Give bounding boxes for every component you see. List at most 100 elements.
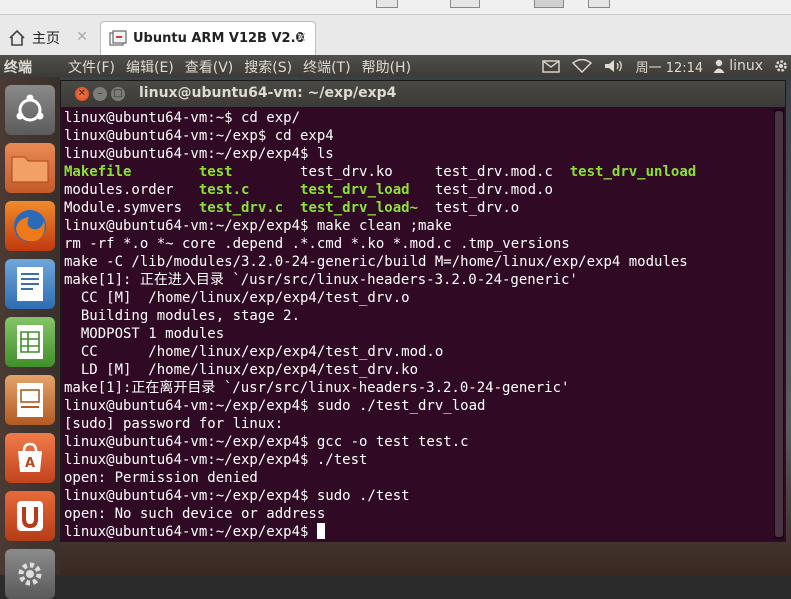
terminal-text: [sudo] password for linux:	[64, 416, 284, 432]
terminal-text: LD [M] /home/linux/exp/exp4/test_drv.ko	[64, 362, 419, 378]
panel-indicators: 周一 12:14 linux	[541, 55, 791, 77]
terminal-line: Makefile test test_drv.ko test_drv.mod.c…	[64, 163, 773, 181]
ubuntu-one-icon[interactable]	[5, 491, 55, 541]
terminal-line: Building modules, stage 2.	[64, 307, 773, 325]
executable-file-name: test_drv_unload	[569, 164, 697, 180]
terminal-text: linux@ubuntu64-vm:~/exp/exp4$	[64, 524, 317, 540]
network-icon[interactable]	[571, 59, 592, 73]
terminal-text: linux@ubuntu64-vm:~/exp/exp4$ ls	[64, 146, 334, 162]
terminal-line: linux@ubuntu64-vm:~/exp/exp4$ sudo ./tes…	[64, 397, 773, 415]
terminal-line: linux@ubuntu64-vm:~/exp/exp4$ make clean…	[64, 217, 773, 235]
tab-ubuntu-vm-label: Ubuntu ARM V12B V2.0	[133, 31, 305, 46]
host-toolbar-button[interactable]	[588, 0, 610, 8]
close-icon[interactable]: ✕	[295, 30, 307, 46]
terminal-text: linux@ubuntu64-vm:~$ cd exp/	[64, 110, 301, 126]
terminal-titlebar[interactable]: ✕ – □ linux@ubuntu64-vm: ~/exp/exp4	[61, 81, 785, 107]
ubuntu-dash-icon[interactable]	[5, 85, 55, 135]
terminal-line: CC /home/linux/exp/exp4/test_drv.mod.o	[64, 343, 773, 361]
terminal-cursor	[316, 523, 325, 539]
menu-help[interactable]: 帮助(H)	[362, 57, 411, 77]
executable-file-name: Makefile	[64, 164, 132, 180]
settings-icon[interactable]	[5, 549, 55, 599]
terminal-line: open: No such device or address	[64, 505, 773, 523]
tab-home[interactable]: 主页 ✕	[0, 21, 96, 55]
terminal-line: linux@ubuntu64-vm:~/exp/exp4$ ./test	[64, 451, 773, 469]
terminal-text: Module.symvers	[64, 200, 199, 216]
software-center-icon[interactable]: A	[5, 433, 55, 483]
window-close-button[interactable]: ✕	[75, 87, 89, 101]
terminal-window[interactable]: ✕ – □ linux@ubuntu64-vm: ~/exp/exp4 linu…	[60, 80, 786, 542]
terminal-title: linux@ubuntu64-vm: ~/exp/exp4	[139, 85, 397, 101]
launcher: A	[0, 77, 60, 599]
tab-home-label: 主页	[32, 31, 60, 47]
terminal-line: linux@ubuntu64-vm:~/exp/exp4$	[64, 523, 773, 541]
files-folder-icon[interactable]	[5, 143, 55, 193]
executable-file-name: test	[198, 164, 233, 180]
menu-search[interactable]: 搜索(S)	[244, 57, 292, 77]
menu-view[interactable]: 查看(V)	[185, 57, 234, 77]
executable-file-name: test_drv_load	[300, 182, 410, 198]
terminal-text: open: No such device or address	[64, 506, 326, 522]
terminal-scrollbar[interactable]	[774, 109, 784, 539]
tab-ubuntu-vm[interactable]: Ubuntu ARM V12B V2.0 ✕	[100, 21, 316, 55]
menu-edit[interactable]: 编辑(E)	[126, 57, 174, 77]
user-icon	[713, 59, 725, 73]
terminal-line: Module.symvers test_drv.c test_drv_load~…	[64, 199, 773, 217]
terminal-line: linux@ubuntu64-vm:~$ cd exp/	[64, 109, 773, 127]
terminal-text: rm -rf *.o *~ core .depend .*.cmd *.ko *…	[64, 236, 570, 252]
terminal-line: modules.order test.c test_drv_load test_…	[64, 181, 773, 199]
host-toolbar-button[interactable]	[376, 0, 398, 8]
menu-file[interactable]: 文件(F)	[68, 57, 115, 77]
terminal-line: MODPOST 1 modules	[64, 325, 773, 343]
user-menu[interactable]: linux	[713, 58, 763, 74]
terminal-line: LD [M] /home/linux/exp/exp4/test_drv.ko	[64, 361, 773, 379]
terminal-text: linux@ubuntu64-vm:~/exp/exp4$ sudo ./tes…	[64, 488, 410, 504]
terminal-text: make -C /lib/modules/3.2.0-24-generic/bu…	[64, 254, 688, 270]
terminal-text: open: Permission denied	[64, 470, 258, 486]
clock[interactable]: 周一 12:14	[636, 57, 704, 76]
terminal-text: make[1]: 正在进入目录 `/usr/src/linux-headers-…	[64, 272, 578, 288]
terminal-text: test_drv.mod.o	[409, 182, 553, 198]
host-toolbar-button[interactable]	[534, 0, 564, 8]
executable-file-name: test_drv.c	[198, 200, 284, 216]
close-icon[interactable]: ✕	[76, 29, 88, 45]
writer-icon[interactable]	[5, 259, 55, 309]
calc-icon[interactable]	[5, 317, 55, 367]
gear-icon[interactable]	[773, 58, 789, 74]
terminal-text: linux@ubuntu64-vm:~/exp/exp4$ gcc -o tes…	[64, 434, 469, 450]
mail-icon[interactable]	[541, 59, 560, 73]
host-toolbar-button[interactable]	[450, 0, 480, 8]
home-icon	[8, 29, 26, 47]
window-minimize-button[interactable]: –	[93, 87, 107, 101]
terminal-line: linux@ubuntu64-vm:~/exp$ cd exp4	[64, 127, 773, 145]
terminal-line: rm -rf *.o *~ core .depend .*.cmd *.ko *…	[64, 235, 773, 253]
terminal-text: MODPOST 1 modules	[64, 326, 225, 342]
terminal-text: test_drv.ko test_drv.mod.c	[232, 164, 570, 180]
terminal-line: make[1]: 正在进入目录 `/usr/src/linux-headers-…	[64, 271, 773, 289]
executable-file-name: test_drv_load~	[300, 200, 419, 216]
terminal-text: linux@ubuntu64-vm:~/exp/exp4$ ./test	[64, 452, 368, 468]
executable-file-name: test.c	[198, 182, 250, 198]
firefox-icon[interactable]	[5, 201, 55, 251]
terminal-text: linux@ubuntu64-vm:~/exp/exp4$ sudo ./tes…	[64, 398, 486, 414]
terminal-output[interactable]: linux@ubuntu64-vm:~$ cd exp/linux@ubuntu…	[64, 109, 773, 541]
terminal-text: linux@ubuntu64-vm:~/exp$ cd exp4	[64, 128, 334, 144]
terminal-text: CC /home/linux/exp/exp4/test_drv.mod.o	[64, 344, 444, 360]
menu-terminal[interactable]: 终端(T)	[303, 57, 350, 77]
terminal-text: Building modules, stage 2.	[64, 308, 301, 324]
terminal-line: make[1]:正在离开目录 `/usr/src/linux-headers-3…	[64, 379, 773, 397]
impress-icon[interactable]	[5, 375, 55, 425]
terminal-line: linux@ubuntu64-vm:~/exp/exp4$ gcc -o tes…	[64, 433, 773, 451]
vm-icon	[109, 29, 127, 48]
svg-text:A: A	[25, 456, 35, 471]
menu-bar: 文件(F) 编辑(E) 查看(V) 搜索(S) 终端(T) 帮助(H)	[68, 57, 422, 77]
window-maximize-button[interactable]: □	[111, 87, 125, 101]
terminal-line: [sudo] password for linux:	[64, 415, 773, 433]
ubuntu-top-panel: 终端 文件(F) 编辑(E) 查看(V) 搜索(S) 终端(T) 帮助(H) 周…	[0, 55, 791, 77]
active-app-name: 终端	[4, 60, 32, 76]
volume-icon[interactable]	[604, 59, 624, 73]
scrollbar-thumb[interactable]	[775, 111, 783, 537]
